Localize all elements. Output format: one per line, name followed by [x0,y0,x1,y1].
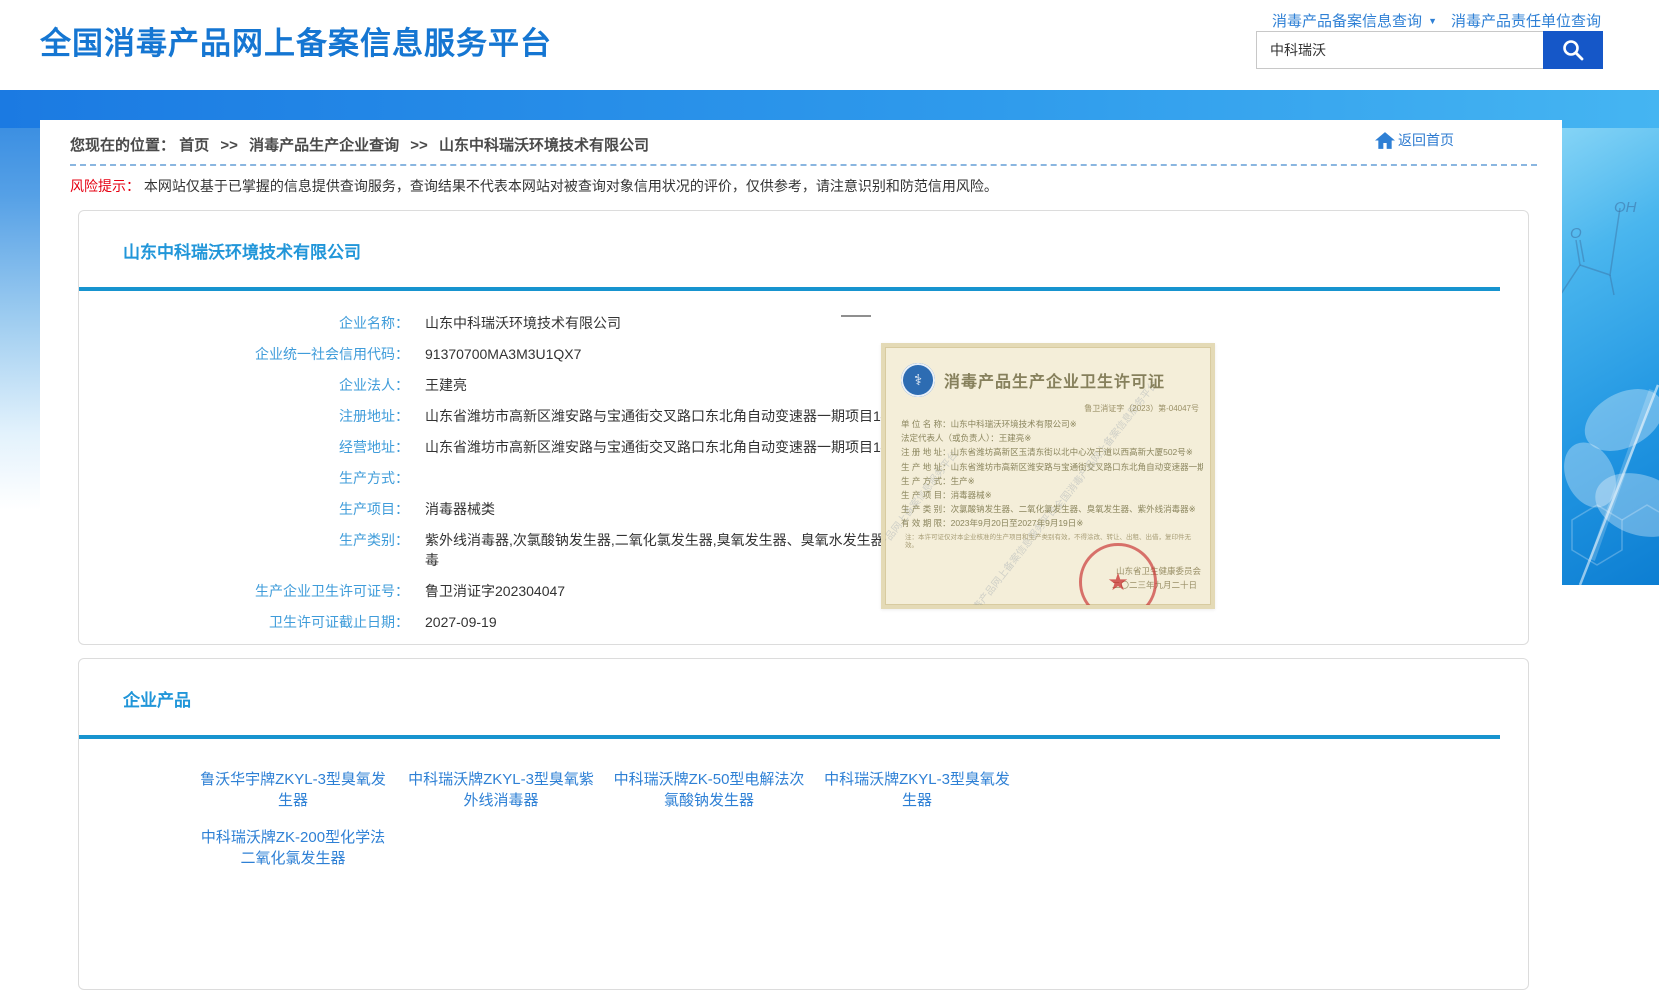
svg-text:OH: OH [1614,199,1637,216]
risk-notice-text: 本网站仅基于已掌握的信息提供查询服务，查询结果不代表本网站对被查询对象信用状况的… [144,178,998,194]
dashed-divider [70,164,1537,166]
certificate-fine-print: 注：本许可证仅对本企业核准的生产项目和生产类别有效，不得涂改、转让、出租、出借，… [905,534,1197,550]
scan-dash-artifact [841,315,871,317]
field-value: 2027-09-19 [425,612,960,632]
field-value: 紫外线消毒器,次氯酸钠发生器,二氧化氯发生器,臭氧发生器、臭氧水发生器,其他器械… [425,530,960,570]
card-title-rule [79,735,1500,739]
breadcrumb-home[interactable]: 首页 [179,137,209,154]
field-row-production-project: 生产项目： 消毒器械类 [79,493,1528,524]
breadcrumb-prefix: 您现在的位置： [70,137,175,154]
certificate-line: 法定代表人（或负责人）：王建亮※ [901,431,1203,445]
field-label: 注册地址： [79,406,409,426]
breadcrumb-separator: >> [220,137,238,154]
certificate-line: 注 册 地 址：山东省潍坊高新区玉清东街以北中心次干道以西高新大厦502号※ [901,445,1203,459]
field-label: 生产企业卫生许可证号： [79,581,409,601]
field-value: 鲁卫消证字202304047 [425,581,960,601]
field-row-company-name: 企业名称： 山东中科瑞沃环境技术有限公司 [79,307,1528,338]
certificate-line: 单 位 名 称：山东中科瑞沃环境技术有限公司※ [901,417,1203,431]
field-value: 山东省潍坊市高新区潍安路与宝通街交叉路口东北角自动变速器一期项目1#厂房 [425,406,960,426]
search-icon [1560,37,1586,63]
field-label: 经营地址： [79,437,409,457]
back-home-label: 返回首页 [1398,130,1454,150]
card-title-rule [79,287,1500,291]
product-link[interactable]: 中科瑞沃牌ZKYL-3型臭氧发生器 [813,769,1021,811]
certificate-line: 生 产 地 址：山东省潍坊市高新区潍安路与宝通街交叉路口东北角自动变速器一期项目… [901,460,1203,474]
product-link[interactable]: 中科瑞沃牌ZK-200型化学法二氧化氯发生器 [189,827,397,869]
certificate-line: 有 效 期 限：2023年9月20日至2027年9月19日※ [901,516,1203,530]
certificate-title: 消毒产品生产企业卫生许可证 [944,368,1165,392]
certificate-line: 生 产 方 式：生产※ [901,474,1203,488]
top-nav: 消毒产品备案信息查询 ▼ 消毒产品责任单位查询 [1272,10,1601,31]
field-value: 王建亮 [425,375,960,395]
field-row-license-number: 生产企业卫生许可证号： 鲁卫消证字202304047 [79,575,1528,606]
company-fields: 企业名称： 山东中科瑞沃环境技术有限公司 企业统一社会信用代码： 9137070… [79,307,1528,637]
content-container: 您现在的位置： 首页 >> 消毒产品生产企业查询 >> 山东中科瑞沃环境技术有限… [40,120,1562,919]
red-seal-icon: ★ [1079,543,1157,609]
breadcrumb-current: 山东中科瑞沃环境技术有限公司 [439,137,649,154]
field-label: 企业法人： [79,375,409,395]
certificate-line: 生 产 项 目：消毒器械※ [901,488,1203,502]
site-header: 全国消毒产品网上备案信息服务平台 消毒产品备案信息查询 ▼ 消毒产品责任单位查询 [0,0,1659,90]
products-card-title: 企业产品 [123,689,1528,713]
field-label: 生产类别： [79,530,409,570]
site-title: 全国消毒产品网上备案信息服务平台 [40,24,552,64]
background-left-decoration [0,90,40,510]
back-home-link[interactable]: 返回首页 [1375,130,1454,150]
field-value: 山东中科瑞沃环境技术有限公司 [425,313,960,333]
field-row-production-category: 生产类别： 紫外线消毒器,次氯酸钠发生器,二氧化氯发生器,臭氧发生器、臭氧水发生… [79,524,1528,575]
health-emblem-icon: ⚕ [901,363,935,397]
field-row-credit-code: 企业统一社会信用代码： 91370700MA3M3U1QX7 [79,338,1528,369]
field-label: 卫生许可证截止日期： [79,612,409,632]
search-box [1256,31,1603,69]
field-row-business-address: 经营地址： 山东省潍坊市高新区潍安路与宝通街交叉路口东北角自动变速器一期项目1#… [79,431,1528,462]
seal-star: ★ [1107,568,1129,597]
field-row-legal-person: 企业法人： 王建亮 [79,369,1528,400]
risk-notice: 风险提示： 本网站仅基于已掌握的信息提供查询服务，查询结果不代表本网站对被查询对… [70,176,998,196]
svg-text:O: O [1570,225,1582,242]
field-value: 消毒器械类 [425,499,960,519]
field-value [425,468,960,488]
nav-link-record-info-label: 消毒产品备案信息查询 [1272,10,1422,31]
nav-link-responsible-unit-query[interactable]: 消毒产品责任单位查询 [1451,10,1601,31]
search-button[interactable] [1543,31,1603,69]
field-row-license-expiry: 卫生许可证截止日期： 2027-09-19 [79,606,1528,637]
breadcrumb-company-query[interactable]: 消毒产品生产企业查询 [249,137,399,154]
hygiene-license-certificate-image: 全国消毒产品网上备案信息服务平台 全国消毒产品网上备案信息服务平台 全国消毒产品… [881,343,1215,609]
field-value: 91370700MA3M3U1QX7 [425,344,960,364]
certificate-number: 鲁卫消证字（2023）第-04047号 [885,403,1199,414]
product-link[interactable]: 中科瑞沃牌ZK-50型电解法次氯酸钠发生器 [605,769,813,811]
nav-link-record-info-query[interactable]: 消毒产品备案信息查询 ▼ [1272,10,1437,31]
field-row-registered-address: 注册地址： 山东省潍坊市高新区潍安路与宝通街交叉路口东北角自动变速器一期项目1#… [79,400,1528,431]
field-label: 企业名称： [79,313,409,333]
breadcrumb-separator: >> [410,137,428,154]
products-card: 企业产品 鲁沃华宇牌ZKYL-3型臭氧发生器 中科瑞沃牌ZKYL-3型臭氧紫外线… [78,658,1529,990]
field-label: 生产方式： [79,468,409,488]
home-icon [1375,132,1395,149]
certificate-line: 生 产 类 别：次氯酸钠发生器、二氧化氯发生器、臭氧发生器、紫外线消毒器※ [901,502,1203,516]
product-grid: 鲁沃华宇牌ZKYL-3型臭氧发生器 中科瑞沃牌ZKYL-3型臭氧紫外线消毒器 中… [189,769,1528,869]
search-input[interactable] [1256,31,1543,69]
background-right-decoration: O OH [1562,90,1659,585]
field-label: 生产项目： [79,499,409,519]
breadcrumb: 您现在的位置： 首页 >> 消毒产品生产企业查询 >> 山东中科瑞沃环境技术有限… [70,134,649,155]
field-label: 企业统一社会信用代码： [79,344,409,364]
field-value: 山东省潍坊市高新区潍安路与宝通街交叉路口东北角自动变速器一期项目1#厂房 [425,437,960,457]
company-card: 山东中科瑞沃环境技术有限公司 企业名称： 山东中科瑞沃环境技术有限公司 企业统一… [78,210,1529,645]
chevron-down-icon: ▼ [1428,16,1437,26]
chemistry-molecule-graphic: O OH [1562,90,1659,585]
field-row-production-method: 生产方式： [79,462,1528,493]
product-link[interactable]: 鲁沃华宇牌ZKYL-3型臭氧发生器 [189,769,397,811]
certificate-header: ⚕ 消毒产品生产企业卫生许可证 [901,363,1199,397]
product-link[interactable]: 中科瑞沃牌ZKYL-3型臭氧紫外线消毒器 [397,769,605,811]
company-card-title: 山东中科瑞沃环境技术有限公司 [123,241,1528,265]
risk-notice-label: 风险提示： [70,178,140,194]
